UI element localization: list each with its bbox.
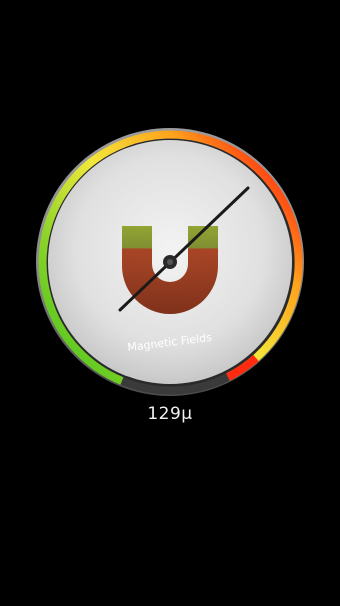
field-strength-readout: 129μ [147, 404, 193, 424]
app-screen: Magnetic Fields 129μ [0, 0, 340, 606]
gauge-dial: Magnetic Fields [36, 128, 304, 396]
magnetometer-gauge: Magnetic Fields [34, 126, 306, 398]
